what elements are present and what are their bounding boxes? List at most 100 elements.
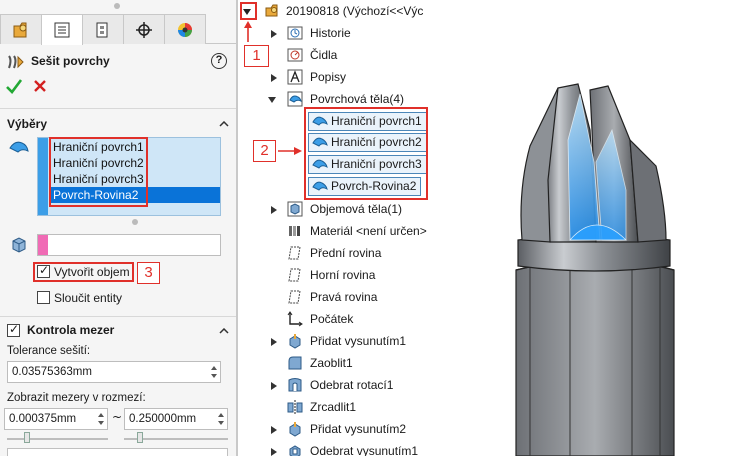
tree-item-history[interactable]: Historie <box>310 26 351 40</box>
tree-item-material[interactable]: Materiál <není určen> <box>310 224 427 238</box>
knit-surface-icon <box>8 55 24 69</box>
gap-min-slider[interactable] <box>7 438 108 440</box>
callout-1: 1 <box>244 45 269 67</box>
collapse-icon[interactable] <box>219 328 229 334</box>
tolerance-input[interactable]: 0.03575363mm <box>7 361 221 383</box>
tree-item-front-plane[interactable]: Přední rovina <box>310 246 381 260</box>
highlight-box-create-solid <box>33 262 134 282</box>
history-icon <box>287 26 303 40</box>
tab-configuration-manager[interactable] <box>82 14 124 44</box>
tree-item-extrude2[interactable]: Přidat vysunutím2 <box>310 422 406 436</box>
gap-min-value: 0.000375mm <box>9 413 77 425</box>
extrude-cut-icon <box>289 445 301 456</box>
body-field-bar <box>38 235 48 255</box>
expand-right-icon[interactable] <box>270 426 278 434</box>
gap-max-value: 0.250000mm <box>129 413 197 425</box>
screwdriver-bit-model <box>515 83 675 456</box>
range-separator: ~ <box>112 410 123 424</box>
origin-icon <box>287 311 303 327</box>
tab-dimxpert-manager[interactable] <box>123 14 165 44</box>
tab-feature-manager[interactable] <box>0 14 42 44</box>
model-viewport[interactable] <box>470 70 750 456</box>
expand-right-icon[interactable] <box>270 30 278 38</box>
gap-control-checkbox[interactable]: ✓ <box>7 322 20 337</box>
page-title: Sešit povrchy <box>31 54 110 68</box>
section-title-gap-control[interactable]: Kontrola mezer <box>27 323 114 337</box>
section-title-selections[interactable]: Výběry <box>7 117 47 131</box>
tree-item-annotations[interactable]: Popisy <box>310 70 346 84</box>
material-icon <box>289 226 300 236</box>
collapse-icon[interactable] <box>219 121 229 127</box>
surface-bodies-icon <box>287 91 303 107</box>
gap-max-slider-thumb[interactable] <box>137 432 143 443</box>
expand-right-icon[interactable] <box>270 448 278 456</box>
configuration-manager-icon <box>96 22 108 37</box>
gap-max-input[interactable]: 0.250000mm <box>124 408 228 430</box>
divider <box>0 316 236 317</box>
tree-item-cut-extrude1[interactable]: Odebrat vysunutím1 <box>310 444 418 456</box>
tree-item-right-plane[interactable]: Pravá rovina <box>310 290 377 304</box>
divider <box>0 108 236 109</box>
merge-entities-label: Sloučit entity <box>54 291 123 305</box>
ok-button[interactable] <box>6 78 22 94</box>
callout-3: 3 <box>137 262 160 284</box>
sensor-icon <box>287 48 303 62</box>
spinner-icon[interactable] <box>96 410 106 428</box>
tree-item-mirror1[interactable]: Zrcadlit1 <box>310 400 356 414</box>
tree-item-extrude1[interactable]: Přidat vysunutím1 <box>310 334 406 348</box>
expand-right-icon[interactable] <box>270 74 278 82</box>
gap-list[interactable] <box>7 448 228 456</box>
help-icon[interactable]: ? <box>211 53 227 69</box>
gap-min-input[interactable]: 0.000375mm <box>4 408 108 430</box>
merge-entities-checkbox[interactable] <box>37 291 50 304</box>
fillet-icon <box>288 356 302 370</box>
tree-item-top-plane[interactable]: Horní rovina <box>310 268 375 282</box>
solid-body-icon <box>12 237 26 253</box>
plane-icon <box>288 290 301 304</box>
tree-item-revolve-cut1[interactable]: Odebrat rotací1 <box>310 378 393 392</box>
highlight-box-expand <box>240 2 257 20</box>
highlight-box-surfaces <box>304 107 428 200</box>
tree-item-solid-bodies[interactable]: Objemová těla(1) <box>310 202 402 216</box>
tree-item-origin[interactable]: Počátek <box>310 312 353 326</box>
mirror-icon <box>287 400 303 414</box>
extrude-boss-icon <box>289 334 301 349</box>
panel-grip[interactable] <box>114 3 120 9</box>
expand-right-icon[interactable] <box>270 382 278 390</box>
part-icon <box>265 4 278 17</box>
crosshair-icon <box>136 21 152 38</box>
expand-right-icon[interactable] <box>270 338 278 346</box>
plane-icon <box>288 268 301 282</box>
callout-arrow <box>278 147 302 155</box>
tree-root-label[interactable]: 20190818 (Výchozí<<Výc <box>286 4 423 18</box>
property-manager: Sešit povrchy ? Výběry Hraniční povrch1 … <box>0 0 236 456</box>
gap-min-slider-thumb[interactable] <box>24 432 30 443</box>
tolerance-label: Tolerance sešití: <box>7 345 91 357</box>
appearance-icon <box>178 22 192 37</box>
tree-item-surface-bodies[interactable]: Povrchová těla(4) <box>310 92 404 106</box>
tab-display-manager[interactable] <box>164 14 206 44</box>
check-icon: ✓ <box>9 322 20 336</box>
expand-right-icon[interactable] <box>270 206 278 214</box>
panel-splitter[interactable] <box>236 0 238 456</box>
surface-selection-icon <box>9 141 29 153</box>
gap-range-label: Zobrazit mezery v rozmezí: <box>7 392 146 404</box>
revolve-cut-icon <box>288 378 302 392</box>
selection-list-bar <box>38 138 48 215</box>
callout-arrow <box>244 21 252 42</box>
tree-item-sensors[interactable]: Čidla <box>310 48 337 62</box>
list-resize-grip[interactable] <box>132 219 138 225</box>
spinner-icon[interactable] <box>216 410 226 428</box>
expand-down-icon[interactable] <box>268 96 276 104</box>
bodies-selection-field[interactable] <box>37 234 221 256</box>
tree-item-fillet1[interactable]: Zaoblit1 <box>310 356 353 370</box>
tab-property-manager[interactable] <box>41 14 83 45</box>
spinner-icon[interactable] <box>209 363 219 381</box>
callout-2: 2 <box>253 140 276 162</box>
highlight-box-selections <box>49 137 148 207</box>
annotations-icon <box>287 69 303 85</box>
solid-bodies-icon <box>287 201 303 217</box>
manager-tabs <box>0 14 236 45</box>
extrude-boss-icon <box>289 422 301 437</box>
cancel-button[interactable] <box>33 79 47 93</box>
